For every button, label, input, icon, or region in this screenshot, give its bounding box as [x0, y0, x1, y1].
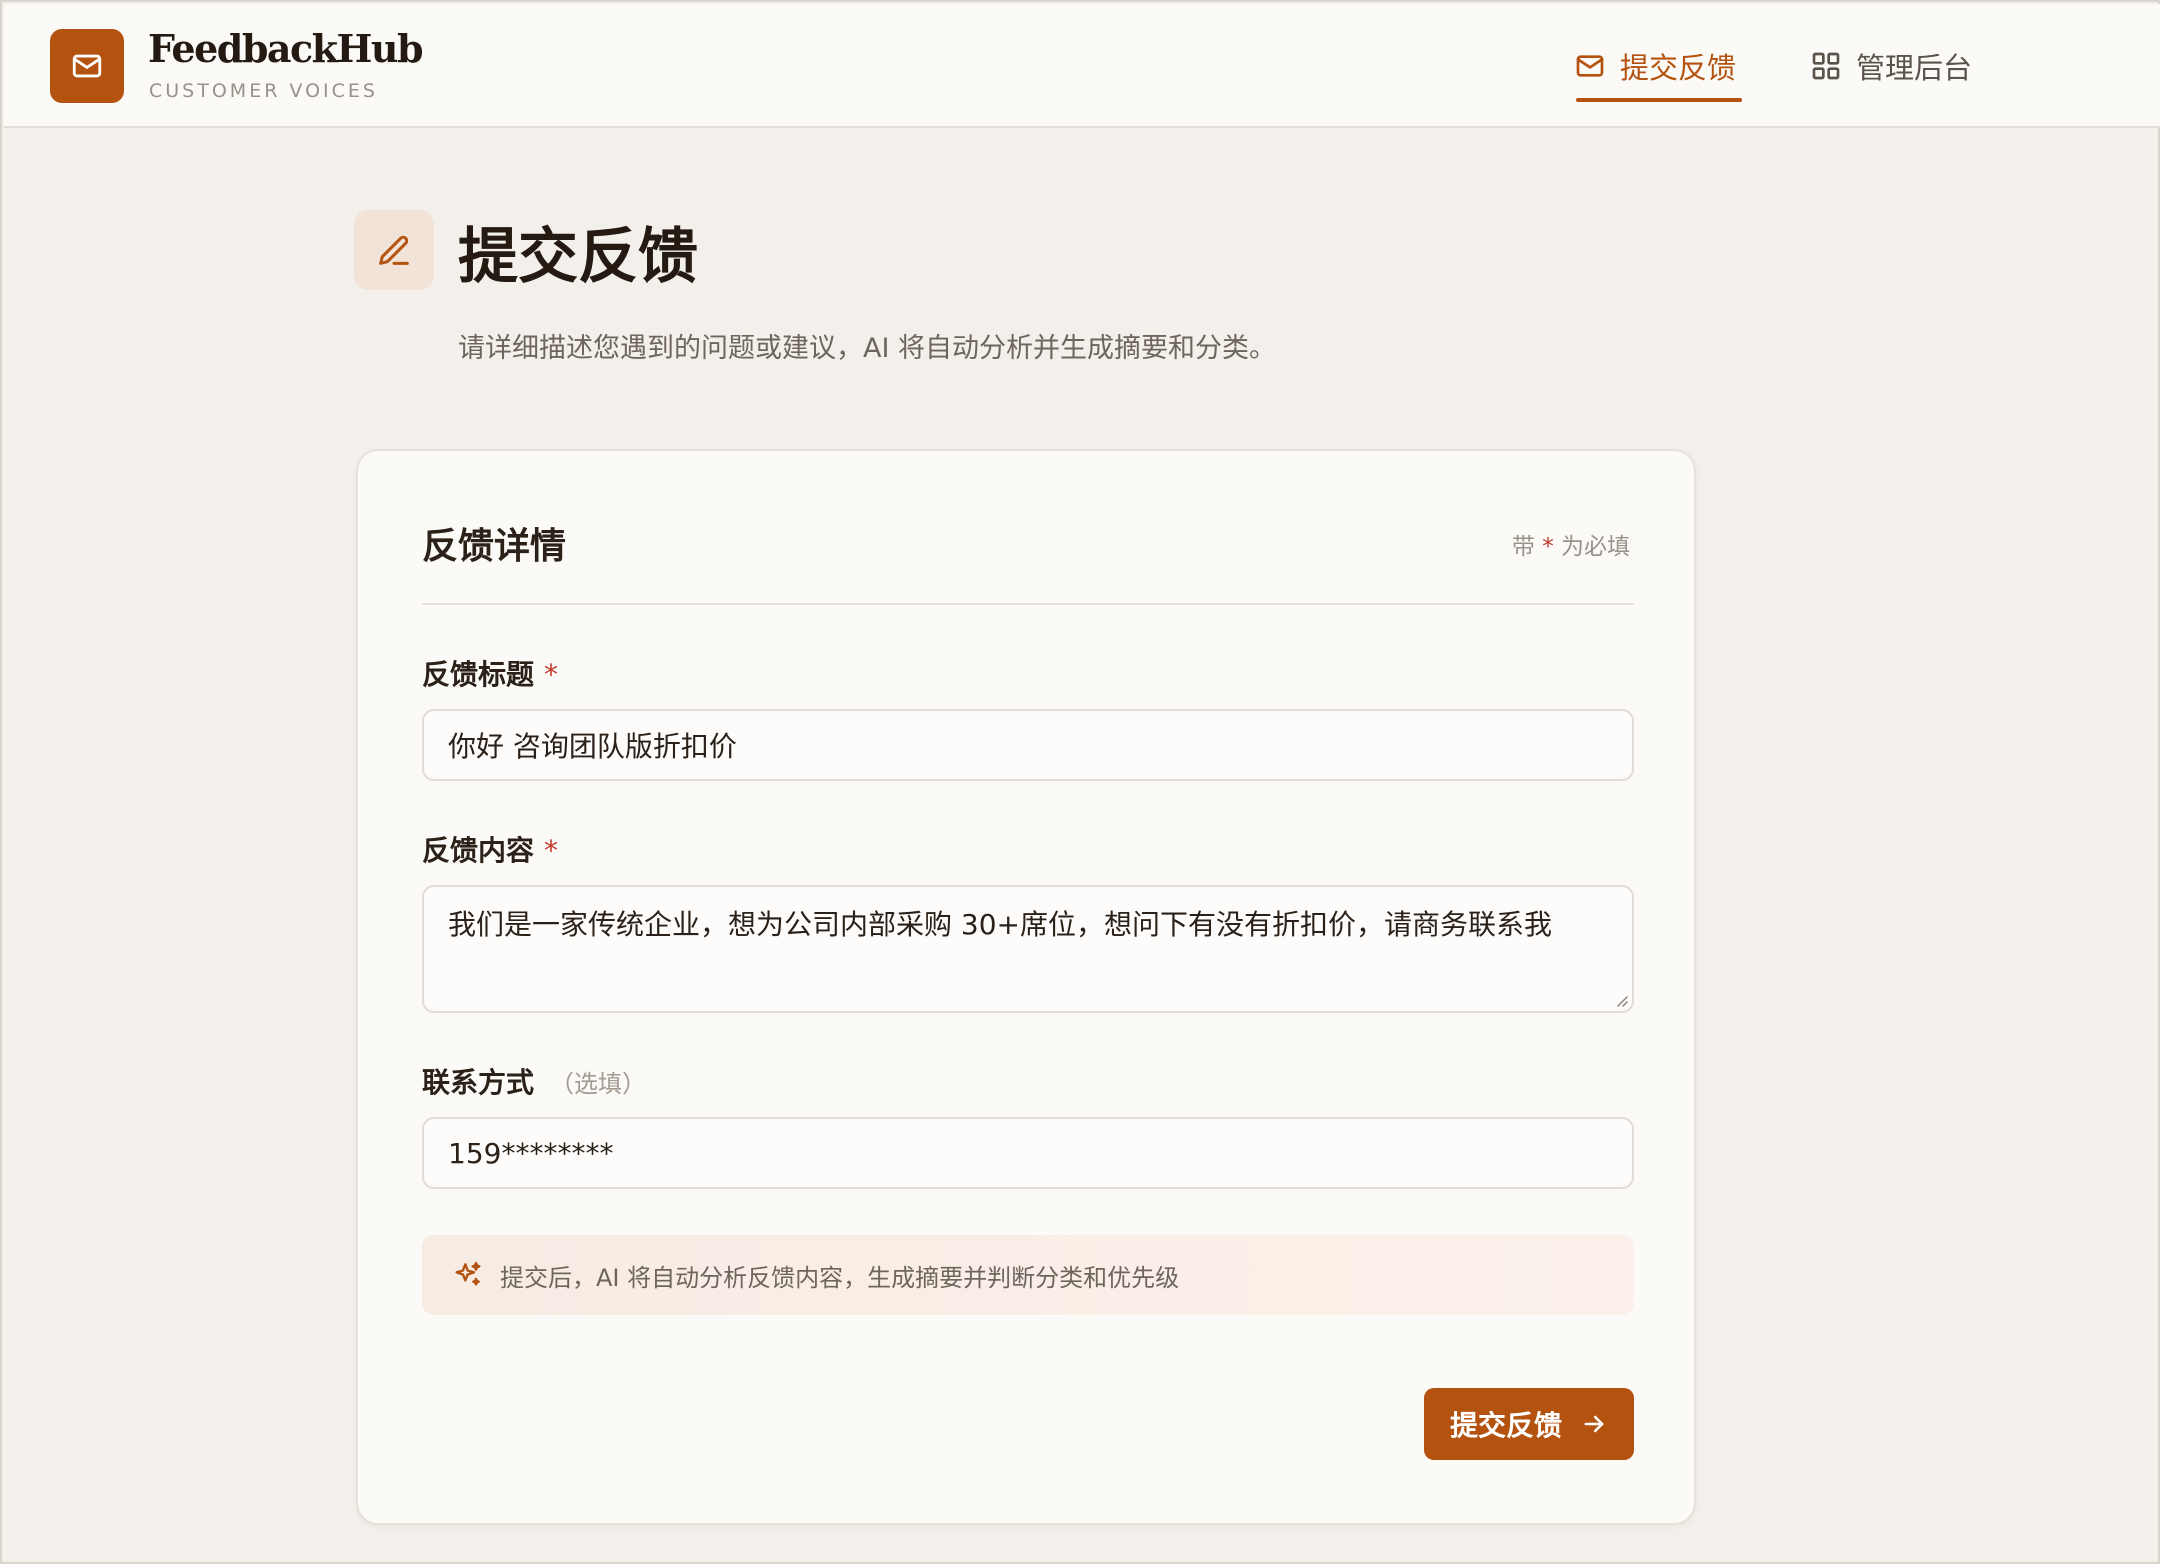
feedback-form-card: 反馈详情 带 * 为必填 反馈标题 * 你好 咨询团队版折扣价 反馈内容 * 我们是… — [356, 449, 1696, 1525]
required-note-prefix: 带 — [1511, 534, 1535, 560]
submit-feedback-button[interactable]: 提交反馈 — [1424, 1388, 1634, 1460]
required-star: * — [544, 658, 559, 691]
title-field-label: 反馈标题 * — [422, 653, 558, 693]
sparkle-icon — [455, 1261, 481, 1286]
page-title: 提交反馈 — [458, 222, 698, 292]
nav-submit-feedback[interactable]: 提交反馈 — [1574, 44, 1743, 102]
title-label-text: 反馈标题 — [422, 658, 535, 691]
grid-icon — [1812, 52, 1840, 80]
contact-input-value: 159******** — [448, 1136, 614, 1170]
card-title: 反馈详情 — [422, 526, 567, 567]
app-frame: FeedbackHub CUSTOMER VOICES 提交反馈 管理后台 提交… — [0, 0, 2160, 1564]
required-note: 带 * 为必填 — [1512, 527, 1630, 561]
content-textarea-value: 我们是一家传统企业，想为公司内部采购 30+席位，想问下有没有折扣价，请商务联系… — [448, 908, 1552, 941]
ai-hint-banner: 提交后，AI 将自动分析反馈内容，生成摘要并判断分类和优先级 — [422, 1235, 1634, 1315]
ai-hint-text: 提交后，AI 将自动分析反馈内容，生成摘要并判断分类和优先级 — [500, 1263, 1180, 1292]
required-note-suffix: 为必填 — [1561, 534, 1630, 560]
brand-logo[interactable] — [50, 29, 124, 103]
title-input-value: 你好 咨询团队版折扣价 — [448, 730, 737, 763]
mail-icon — [1576, 55, 1604, 77]
contact-input[interactable]: 159******** — [422, 1117, 1634, 1189]
nav-submit-label: 提交反馈 — [1620, 51, 1737, 85]
content-field-label: 反馈内容 * — [422, 829, 558, 869]
resize-handle-icon[interactable] — [1614, 993, 1628, 1007]
optional-tag: （选填） — [550, 1070, 647, 1098]
submit-button-label: 提交反馈 — [1449, 1409, 1562, 1442]
arrow-right-icon — [1584, 1415, 1604, 1433]
card-divider — [422, 603, 1634, 605]
required-star: * — [1542, 534, 1554, 560]
content-textarea[interactable]: 我们是一家传统企业，想为公司内部采购 30+席位，想问下有没有折扣价，请商务联系… — [422, 885, 1634, 1013]
top-bar: FeedbackHub CUSTOMER VOICES 提交反馈 管理后台 — [4, 4, 2160, 128]
mail-icon — [72, 54, 102, 78]
nav-admin-dashboard[interactable]: 管理后台 — [1810, 44, 1972, 88]
brand-subtitle: CUSTOMER VOICES — [149, 80, 378, 102]
contact-label-text: 联系方式 — [422, 1066, 535, 1099]
page-heading-badge — [354, 210, 434, 290]
nav-admin-label: 管理后台 — [1856, 51, 1973, 85]
pencil-icon — [379, 235, 409, 265]
brand-name: FeedbackHub — [148, 26, 424, 71]
page-description: 请详细描述您遇到的问题或建议，AI 将自动分析并生成摘要和分类。 — [458, 333, 1277, 364]
title-input[interactable]: 你好 咨询团队版折扣价 — [422, 709, 1634, 781]
required-star: * — [544, 834, 559, 867]
contact-field-label: 联系方式 （选填） — [422, 1061, 646, 1101]
content-label-text: 反馈内容 — [422, 834, 535, 867]
